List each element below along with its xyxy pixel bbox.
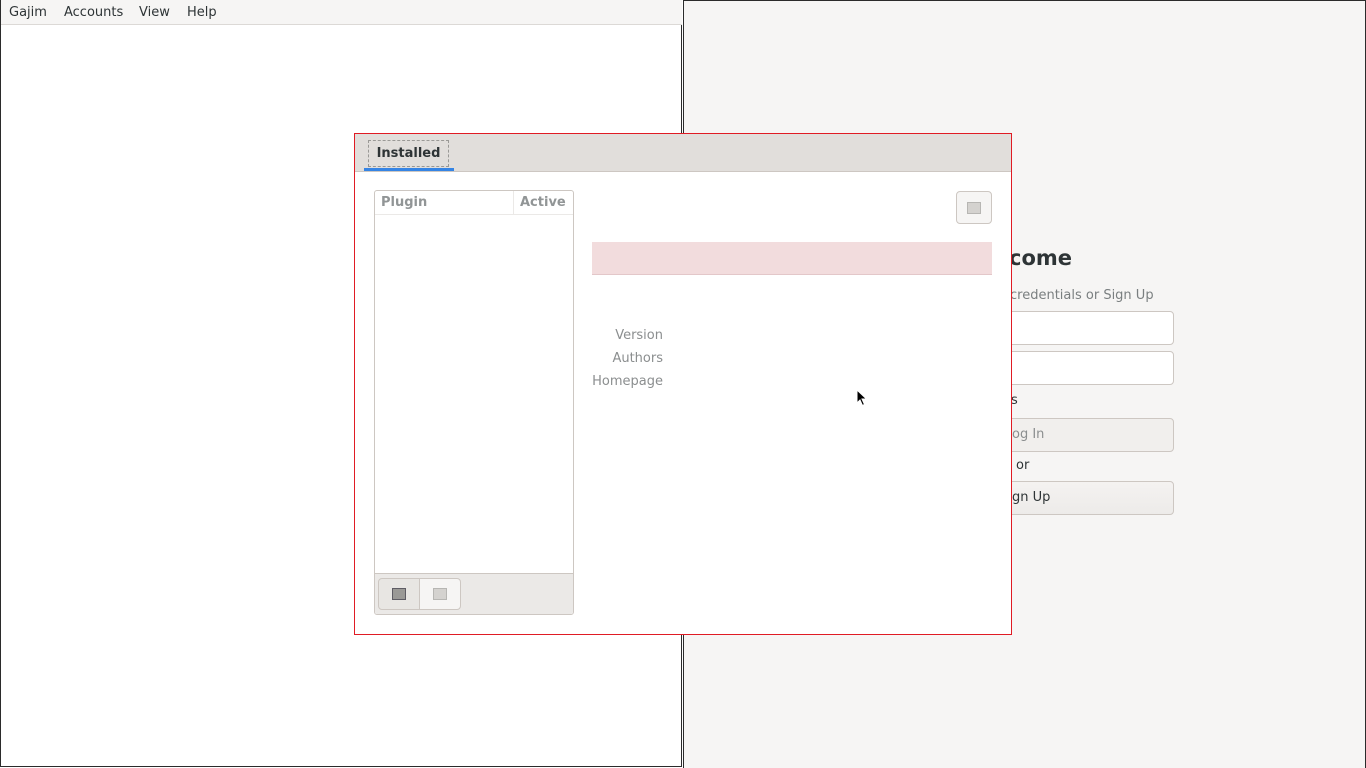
version-label: Version	[615, 328, 663, 343]
tab-installed[interactable]: Installed	[368, 140, 449, 167]
signup-button[interactable]: gn Up	[990, 481, 1174, 515]
plugins-dialog: Installed Plugin Active Version Authors …	[354, 133, 1012, 635]
plugin-list[interactable]: Plugin Active	[374, 190, 574, 615]
install-from-zip-icon	[392, 588, 406, 600]
advanced-settings-label[interactable]: s	[1011, 393, 1018, 408]
uninstall-plugin-button[interactable]	[419, 578, 461, 610]
tab-strip: Installed	[355, 134, 1011, 172]
configure-icon	[967, 202, 981, 214]
menu-help[interactable]: Help	[187, 5, 217, 20]
homepage-label: Homepage	[592, 374, 663, 389]
password-entry[interactable]	[990, 351, 1174, 385]
welcome-title: come	[1009, 246, 1072, 270]
authors-label: Authors	[612, 351, 663, 366]
column-divider	[513, 191, 514, 214]
active-tab-indicator	[364, 168, 454, 171]
column-header-active[interactable]: Active	[520, 195, 566, 210]
welcome-subtitle: credentials or Sign Up	[1010, 288, 1154, 303]
jid-entry[interactable]	[990, 311, 1174, 345]
menu-view[interactable]: View	[139, 5, 170, 20]
column-header-plugin[interactable]: Plugin	[381, 195, 427, 210]
or-label: or	[1016, 458, 1030, 473]
configure-plugin-button[interactable]	[956, 191, 992, 224]
menubar: Gajim Accounts View Help	[1, 0, 682, 25]
mouse-pointer-icon	[856, 389, 868, 407]
plugin-warning-bar	[592, 242, 992, 275]
uninstall-icon	[433, 588, 447, 600]
install-plugin-button[interactable]	[378, 578, 420, 610]
plugin-list-header: Plugin Active	[375, 191, 573, 215]
login-button[interactable]: og In	[990, 418, 1174, 452]
menu-gajim[interactable]: Gajim	[9, 5, 47, 20]
plugin-list-toolbar	[375, 573, 573, 614]
menu-accounts[interactable]: Accounts	[64, 5, 123, 20]
